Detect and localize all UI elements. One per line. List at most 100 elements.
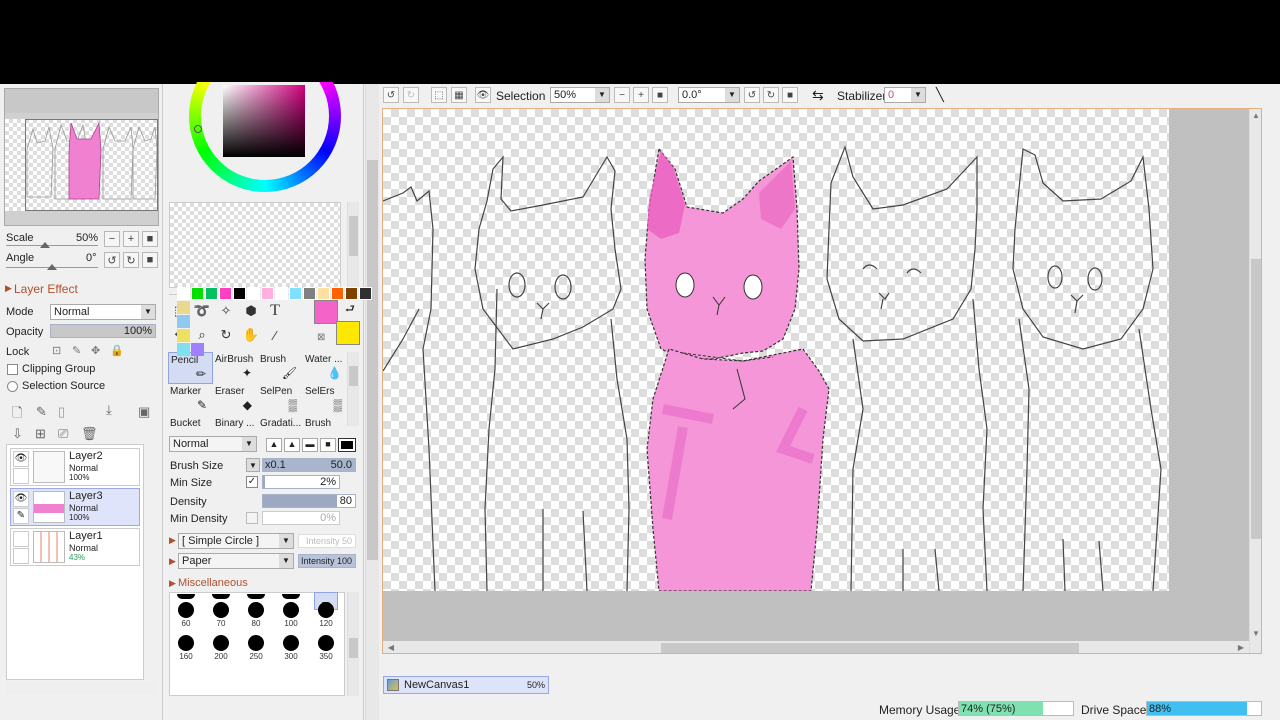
scroll-up-icon[interactable]: ▲ [1250, 111, 1261, 120]
scroll-down-icon[interactable]: ▼ [1250, 629, 1261, 638]
brush-size-dot[interactable] [213, 602, 229, 618]
palette-swatch[interactable] [177, 315, 190, 328]
redo-icon[interactable]: ↻ [403, 87, 419, 103]
undo-icon[interactable]: ↺ [383, 87, 399, 103]
scale-slider-handle[interactable] [40, 242, 50, 248]
min-size-slider[interactable]: 2% [262, 475, 340, 489]
palette-swatch[interactable] [317, 287, 330, 300]
lock-transparency-icon[interactable]: ⊡ [52, 344, 61, 357]
palette-swatch[interactable] [359, 287, 372, 300]
brush-size-multiplier[interactable]: ▼ [246, 458, 260, 472]
canvas-horizontal-scrollbar[interactable] [383, 641, 1249, 653]
clear-layer-icon[interactable]: ⎚ [58, 426, 68, 442]
tool-panel-scrollbar[interactable] [365, 84, 379, 720]
brush-size-dot[interactable] [282, 594, 300, 599]
brush-blend-mode-select[interactable]: Normal ▼ [169, 436, 257, 452]
clipping-group-label[interactable]: Clipping Group [22, 363, 95, 375]
layer-effect-expander-icon[interactable]: ▶ [5, 283, 12, 294]
brush-size-dot[interactable] [212, 594, 230, 599]
scroll-right-icon[interactable]: ▶ [1235, 643, 1247, 652]
brush-size-dot[interactable] [248, 635, 264, 651]
stabilizer-select[interactable]: 0 ▼ [884, 87, 926, 103]
swap-colors-icon[interactable]: ⮐ [345, 300, 355, 319]
paint-target-icon[interactable]: ✎ [13, 508, 29, 524]
brush-edge-shape-4[interactable]: ■ [320, 438, 336, 452]
palette-swatch[interactable] [191, 287, 204, 300]
rotate-tool-icon[interactable]: ↻ [214, 324, 238, 346]
navigator-preview[interactable] [4, 88, 159, 226]
palette-swatch[interactable] [177, 329, 190, 342]
palette-swatch[interactable] [247, 287, 260, 300]
magic-wand-icon[interactable]: ✧ [214, 300, 238, 322]
brush-slot[interactable]: Pencil ✏ [168, 352, 213, 384]
canvas-vertical-scrollbar[interactable] [1249, 109, 1261, 653]
misc-expander-icon[interactable]: ▶ [169, 578, 176, 589]
selection-source-label[interactable]: Selection Source [22, 380, 105, 392]
density-slider[interactable]: 80 [262, 494, 356, 508]
brush-slot[interactable]: Brush [303, 416, 348, 430]
brush-size-dot[interactable] [247, 594, 265, 599]
zoom-reset-button[interactable]: ■ [142, 231, 158, 247]
text-tool-icon[interactable]: T [263, 300, 287, 322]
palette-swatch[interactable] [233, 287, 246, 300]
layer-list-scrollbar[interactable] [6, 682, 156, 694]
palette-swatch[interactable] [219, 287, 232, 300]
deselect-icon[interactable]: ⬚ [431, 87, 447, 103]
min-density-slider[interactable]: 0% [262, 511, 340, 525]
palette-swatch[interactable] [303, 287, 316, 300]
brush-size-dot[interactable] [177, 594, 195, 599]
angle-slider-handle[interactable] [47, 264, 57, 270]
lock-paint-icon[interactable]: ✎ [72, 344, 81, 357]
angle-select[interactable]: 0.0° ▼ [678, 87, 740, 103]
flip-horizontal-icon[interactable]: ⇆ [812, 87, 824, 104]
transparent-color-icon[interactable]: ⊠ [317, 332, 325, 343]
brush-size-dot[interactable] [283, 635, 299, 651]
scale-slider[interactable] [6, 245, 98, 246]
lock-move-icon[interactable]: ✥ [91, 344, 100, 357]
color-wheel[interactable] [189, 82, 341, 192]
brush-slot[interactable]: SelErs ▒ [303, 384, 348, 416]
texture-expander-icon[interactable]: ▶ [169, 556, 176, 567]
brush-size-slider[interactable]: x0.1 50.0 [262, 458, 356, 472]
brush-size-dot[interactable] [318, 635, 334, 651]
brush-edge-shape-2[interactable]: ▲ [284, 438, 300, 452]
texture-intensity-slider[interactable]: Intensity 100 [298, 554, 356, 568]
zoom-in-icon[interactable]: + [633, 87, 649, 103]
zoom-select[interactable]: 50% ▼ [550, 87, 610, 103]
layer-row[interactable]: Layer1 Normal 43% [10, 528, 140, 566]
min-size-checkbox[interactable]: ✓ [246, 476, 258, 488]
new-linework-layer-icon[interactable]: ✎ [36, 404, 47, 420]
brush-size-dot[interactable] [178, 635, 194, 651]
brush-slot[interactable]: Binary ... [213, 416, 258, 430]
canvas-tab[interactable]: NewCanvas1 50% [383, 676, 549, 694]
miscellaneous-label[interactable]: Miscellaneous [178, 577, 248, 589]
clipping-group-checkbox[interactable] [7, 364, 18, 375]
zoom-reset-icon[interactable]: ■ [652, 87, 668, 103]
secondary-color-swatch[interactable] [336, 321, 360, 345]
brush-size-dot[interactable] [213, 635, 229, 651]
min-density-checkbox[interactable] [246, 512, 258, 524]
palette-swatch[interactable] [177, 301, 190, 314]
invert-selection-icon[interactable]: ▦ [451, 87, 467, 103]
rotate-left-button[interactable]: ↺ [104, 252, 120, 268]
layer-row[interactable]: 👁 ✎ Layer3 Normal 100% [10, 488, 140, 526]
move-layer-icon[interactable]: ⬢ [239, 300, 263, 322]
selection-visibility-icon[interactable]: 👁 [475, 87, 491, 103]
primary-color-swatch[interactable] [314, 300, 338, 324]
eye-icon[interactable]: 👁 [13, 491, 29, 507]
layer-row[interactable]: 👁 Layer2 Normal 100% [10, 448, 140, 486]
palette-swatch[interactable] [177, 287, 190, 300]
transfer-down-icon[interactable]: ⤓ [106, 402, 112, 418]
layer-link-icon[interactable] [13, 468, 29, 484]
drawing-canvas[interactable] [383, 109, 1169, 591]
palette-swatch[interactable] [191, 343, 204, 356]
shape-intensity-slider[interactable]: Intensity 50 [298, 534, 356, 548]
brush-size-scrollbar[interactable] [347, 592, 359, 696]
layer-mode-select[interactable]: Normal ▼ [50, 304, 156, 320]
palette-scrollbar[interactable] [347, 202, 359, 288]
palette-swatch[interactable] [345, 287, 358, 300]
brush-slot[interactable]: Brush 🖌 [258, 352, 303, 384]
brush-slot[interactable]: AirBrush ✦ [213, 352, 258, 384]
eyedropper-icon[interactable]: ⁄ [263, 324, 287, 346]
brush-texture-select[interactable]: Paper ▼ [178, 553, 294, 569]
